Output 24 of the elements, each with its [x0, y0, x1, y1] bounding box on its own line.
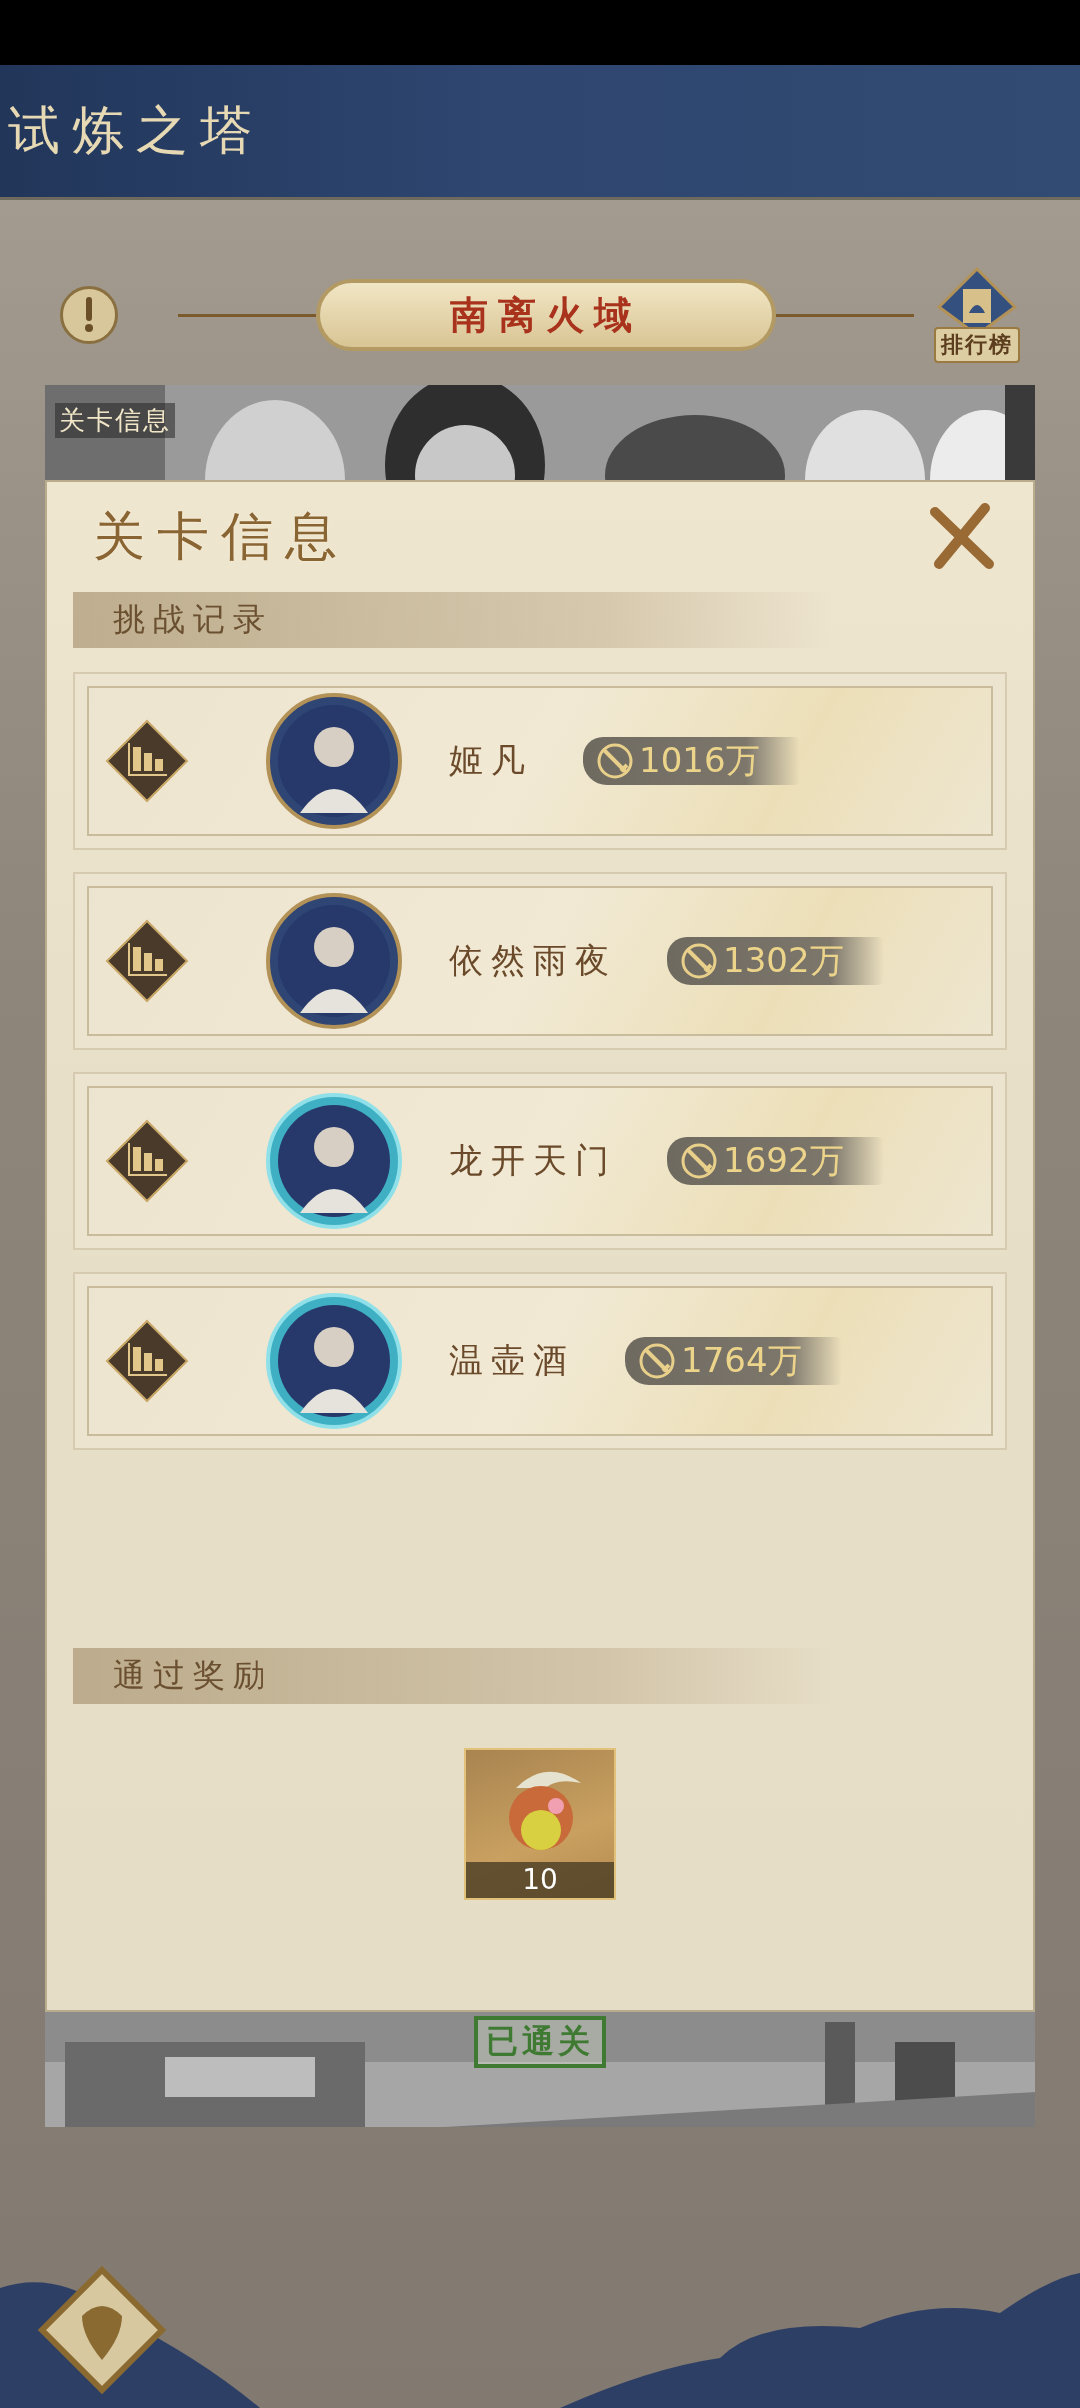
player-name: 依然雨夜	[449, 939, 617, 982]
region-title: 南离火域	[316, 279, 776, 351]
power-badge: 1302万	[667, 937, 884, 985]
page-title: 试炼之塔	[8, 99, 264, 162]
info-button[interactable]	[60, 286, 118, 344]
stage-info-label: 关卡信息	[55, 403, 175, 438]
ranking-button[interactable]	[105, 719, 189, 803]
player-name: 龙开天门	[449, 1139, 617, 1182]
leaderboard-button[interactable]: 排行榜	[934, 267, 1020, 363]
menu-button[interactable]	[38, 2266, 166, 2394]
item-count: 10	[466, 1862, 614, 1898]
power-badge: 1764万	[625, 1337, 842, 1385]
player-name: 温壶酒	[449, 1339, 575, 1382]
reward-item[interactable]: 10	[464, 1748, 616, 1900]
player-name: 姬凡	[449, 739, 533, 782]
exclamation-icon	[83, 297, 95, 333]
close-button[interactable]	[927, 502, 997, 572]
power-badge: 1016万	[583, 737, 800, 785]
ranking-button[interactable]	[105, 919, 189, 1003]
ranking-button[interactable]	[105, 1319, 189, 1403]
power-badge: 1692万	[667, 1137, 884, 1185]
cleared-stamp: 已通关	[474, 2016, 606, 2068]
dialog-title: 关卡信息	[93, 505, 349, 568]
ranking-button[interactable]	[105, 1119, 189, 1203]
